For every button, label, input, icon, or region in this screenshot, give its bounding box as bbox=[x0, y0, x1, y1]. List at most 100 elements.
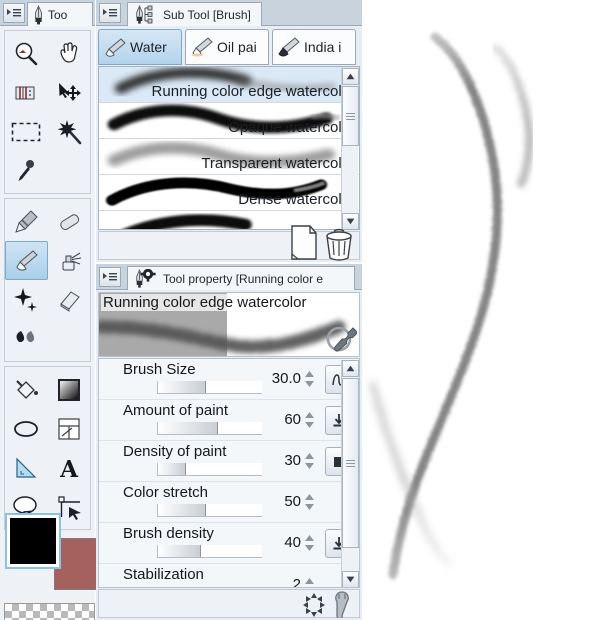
trash-bin-icon bbox=[326, 228, 352, 261]
tab-tool-property[interactable]: Tool property [Running color e bbox=[127, 266, 355, 290]
list-item[interactable]: Dense watercolor bbox=[99, 175, 359, 211]
paintbrush-icon bbox=[16, 249, 38, 271]
tool-auto-select[interactable] bbox=[48, 112, 91, 151]
property-row-brush-density[interactable]: Brush density 40 bbox=[99, 523, 359, 564]
tool-fill[interactable] bbox=[5, 370, 48, 409]
sub-tool-list-scrollbar[interactable] bbox=[341, 68, 359, 229]
tool-blend[interactable] bbox=[5, 319, 48, 358]
marquee-dashed-icon bbox=[11, 122, 41, 141]
preview-settings-button[interactable] bbox=[325, 323, 359, 355]
property-row-amount-of-paint[interactable]: Amount of paint 60 bbox=[99, 400, 359, 441]
ellipse-icon bbox=[14, 420, 39, 437]
property-slider[interactable] bbox=[157, 463, 262, 476]
property-row-brush-size[interactable]: Brush Size 30.0 bbox=[99, 359, 359, 400]
tool-property-scroll-up-button[interactable] bbox=[342, 360, 359, 377]
property-spinner[interactable] bbox=[304, 577, 315, 588]
property-row-stabilization[interactable]: Stabilization 2 bbox=[99, 564, 359, 588]
tool-pencil[interactable] bbox=[48, 202, 91, 241]
tool-group-navigation bbox=[4, 30, 91, 194]
sub-tool-scroll-thumb[interactable] bbox=[342, 86, 359, 146]
property-row-density-of-paint[interactable]: Density of paint 30 bbox=[99, 441, 359, 482]
tool-group-shapes: A bbox=[4, 366, 91, 530]
tool-frame-border[interactable] bbox=[48, 409, 91, 448]
tool-rotate-canvas[interactable] bbox=[5, 73, 48, 112]
brush-tab-indiaink-label: India i bbox=[304, 39, 342, 55]
drawing-canvas[interactable] bbox=[363, 0, 600, 620]
list-item[interactable]: Transparent watercolor bbox=[99, 139, 359, 175]
tool-decoration[interactable] bbox=[5, 280, 48, 319]
sub-tool-list[interactable]: Running color edge watercolor Opaque wat… bbox=[98, 66, 360, 230]
reset-settings-button[interactable] bbox=[301, 592, 327, 620]
tool-property-scrollbar[interactable] bbox=[341, 360, 359, 587]
property-spinner[interactable] bbox=[304, 411, 315, 429]
property-value: 30 bbox=[284, 452, 301, 469]
sub-tool-menu-button[interactable] bbox=[99, 3, 121, 23]
property-slider[interactable] bbox=[157, 381, 262, 394]
main-color-swatch[interactable] bbox=[5, 513, 61, 569]
scroll-up-arrow-icon bbox=[346, 365, 355, 372]
move-arrows-icon bbox=[58, 82, 81, 101]
brush-tab-indiaink[interactable]: India i bbox=[272, 29, 356, 65]
tool-text[interactable]: A bbox=[48, 448, 91, 487]
tool-property-scroll-down-button[interactable] bbox=[342, 571, 359, 587]
list-item[interactable] bbox=[99, 211, 359, 229]
tab-sub-tool-brush[interactable]: Sub Tool [Brush] bbox=[127, 2, 262, 26]
property-label: Amount of paint bbox=[123, 402, 229, 419]
brush-tab-oilpaint-label: Oil pai bbox=[217, 39, 257, 55]
transparent-color-swatch[interactable] bbox=[4, 603, 95, 620]
property-spinner[interactable] bbox=[304, 452, 315, 470]
tool-pen[interactable] bbox=[5, 202, 48, 241]
tool-property-list[interactable]: Brush Size 30.0 Amount of paint 60 Densi… bbox=[98, 358, 360, 588]
tool-selection[interactable] bbox=[5, 112, 48, 151]
tab-tool[interactable]: Too bbox=[27, 2, 93, 26]
scroll-up-arrow-icon bbox=[346, 73, 355, 80]
list-item[interactable]: Running color edge watercolor bbox=[99, 67, 359, 103]
wrench-settings-icon bbox=[326, 326, 359, 352]
brush-tab-oilpaint[interactable]: Oil pai bbox=[185, 29, 269, 65]
tool-eraser[interactable] bbox=[48, 280, 91, 319]
tool-magnifier[interactable] bbox=[5, 34, 48, 73]
tab-sub-tool-label: Sub Tool [Brush] bbox=[163, 7, 251, 22]
scroll-grip-icon bbox=[346, 111, 355, 122]
property-spinner[interactable] bbox=[304, 493, 315, 511]
list-item-label: Transparent watercolor bbox=[201, 155, 355, 172]
brush-tab-watercolor[interactable]: Water bbox=[98, 29, 182, 65]
tool-property-footer bbox=[98, 589, 360, 620]
new-sub-tool-button[interactable] bbox=[289, 225, 319, 266]
brush-india-icon bbox=[278, 37, 300, 57]
tool-gradient[interactable] bbox=[48, 370, 91, 409]
property-slider[interactable] bbox=[157, 545, 262, 558]
tool-property-scroll-thumb[interactable] bbox=[342, 378, 359, 548]
property-spinner[interactable] bbox=[304, 370, 315, 388]
tool-airbrush[interactable] bbox=[48, 241, 90, 280]
brush-tab-watercolor-label: Water bbox=[130, 39, 167, 55]
tool-property-preview: Running color edge watercolor bbox=[98, 292, 360, 357]
property-slider[interactable] bbox=[157, 504, 262, 517]
property-row-color-stretch[interactable]: Color stretch 50 bbox=[99, 482, 359, 523]
tool-ruler[interactable] bbox=[5, 448, 48, 487]
tool-property-tabbar: Tool property [Running color e bbox=[96, 264, 362, 290]
ruler-rotate-icon bbox=[15, 86, 35, 99]
tool-palette-tabbar: Too bbox=[0, 0, 95, 26]
tab-tool-label: Too bbox=[48, 7, 68, 22]
pen-marker-icon bbox=[15, 209, 38, 233]
tab-tool-property-label: Tool property [Running color e bbox=[163, 271, 324, 286]
tool-eyedropper[interactable] bbox=[5, 151, 48, 190]
delete-sub-tool-button[interactable] bbox=[323, 227, 355, 266]
tool-settings-button[interactable] bbox=[329, 591, 355, 620]
tool-brush[interactable] bbox=[5, 241, 48, 280]
sub-tool-scroll-up-button[interactable] bbox=[342, 68, 359, 85]
tool-property-menu-button[interactable] bbox=[99, 267, 121, 287]
pen-nib-icon bbox=[35, 4, 42, 24]
brush-oil-icon bbox=[191, 37, 213, 57]
tool-palette-menu-button[interactable] bbox=[3, 3, 25, 23]
property-spinner[interactable] bbox=[304, 534, 315, 552]
property-label: Brush Size bbox=[123, 361, 196, 378]
list-item[interactable]: Opaque watercolor bbox=[99, 103, 359, 139]
property-label: Density of paint bbox=[123, 443, 227, 460]
tool-move-canvas[interactable] bbox=[48, 34, 91, 73]
tool-figure[interactable] bbox=[5, 409, 48, 448]
tool-move-layer[interactable] bbox=[48, 73, 91, 112]
property-slider[interactable] bbox=[157, 422, 262, 435]
list-item-label: Running color edge watercolor bbox=[151, 83, 355, 100]
